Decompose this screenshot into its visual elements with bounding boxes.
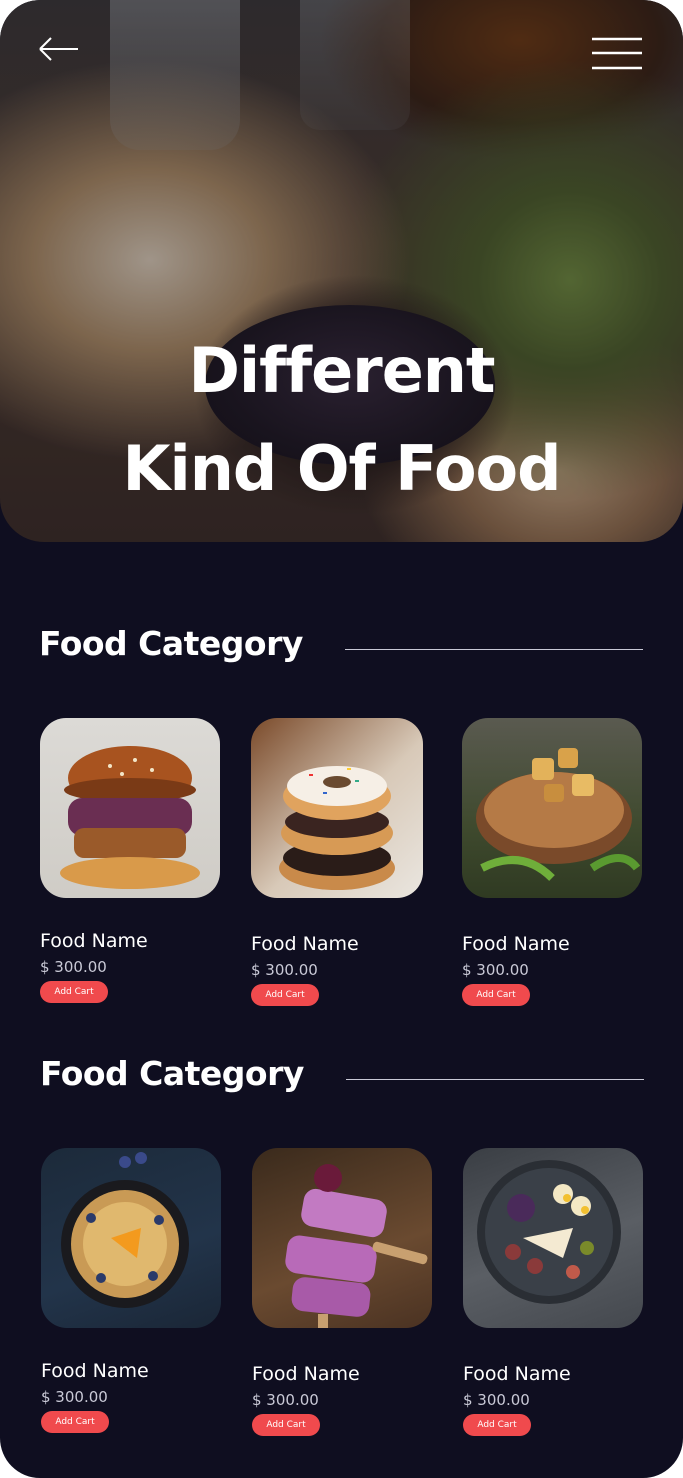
hero-title: Different Kind Of Food <box>0 322 683 518</box>
food-price: $ 300.00 <box>40 958 107 976</box>
add-cart-button[interactable]: Add Cart <box>251 984 319 1006</box>
food-price: $ 300.00 <box>252 1391 319 1409</box>
food-name: Food Name <box>40 930 148 952</box>
section-divider <box>345 649 643 650</box>
add-cart-button[interactable]: Add Cart <box>463 1414 531 1436</box>
food-name: Food Name <box>252 1363 360 1385</box>
food-price: $ 300.00 <box>463 1391 530 1409</box>
add-cart-button[interactable]: Add Cart <box>40 981 108 1003</box>
arrow-left-icon <box>39 37 78 61</box>
hero-title-line2: Kind Of Food <box>122 432 561 505</box>
food-name: Food Name <box>251 933 359 955</box>
add-cart-button[interactable]: Add Cart <box>41 1411 109 1433</box>
hero-title-line1: Different <box>188 334 495 407</box>
add-cart-button[interactable]: Add Cart <box>252 1414 320 1436</box>
food-image-burger <box>40 718 220 898</box>
food-image-popsicles <box>252 1148 432 1328</box>
food-price: $ 300.00 <box>462 961 529 979</box>
food-price: $ 300.00 <box>41 1388 108 1406</box>
app-screen: Different Kind Of Food Food Category Foo… <box>0 0 683 1478</box>
food-name: Food Name <box>462 933 570 955</box>
food-image-donuts <box>251 718 423 898</box>
food-price: $ 300.00 <box>251 961 318 979</box>
hero-image-glass <box>110 0 240 150</box>
hero-image-glass <box>300 0 410 130</box>
hamburger-menu-icon <box>592 37 642 70</box>
food-image-cheese-platter <box>463 1148 643 1328</box>
hero-banner: Different Kind Of Food <box>0 0 683 542</box>
section-title: Food Category <box>40 1054 304 1093</box>
section-divider <box>346 1079 644 1080</box>
food-name: Food Name <box>463 1363 571 1385</box>
food-name: Food Name <box>41 1360 149 1382</box>
section-title: Food Category <box>39 624 303 663</box>
food-image-pancake <box>41 1148 221 1328</box>
menu-button[interactable] <box>590 36 644 72</box>
back-button[interactable] <box>38 30 80 68</box>
food-image-grilled-pork <box>462 718 642 898</box>
add-cart-button[interactable]: Add Cart <box>462 984 530 1006</box>
